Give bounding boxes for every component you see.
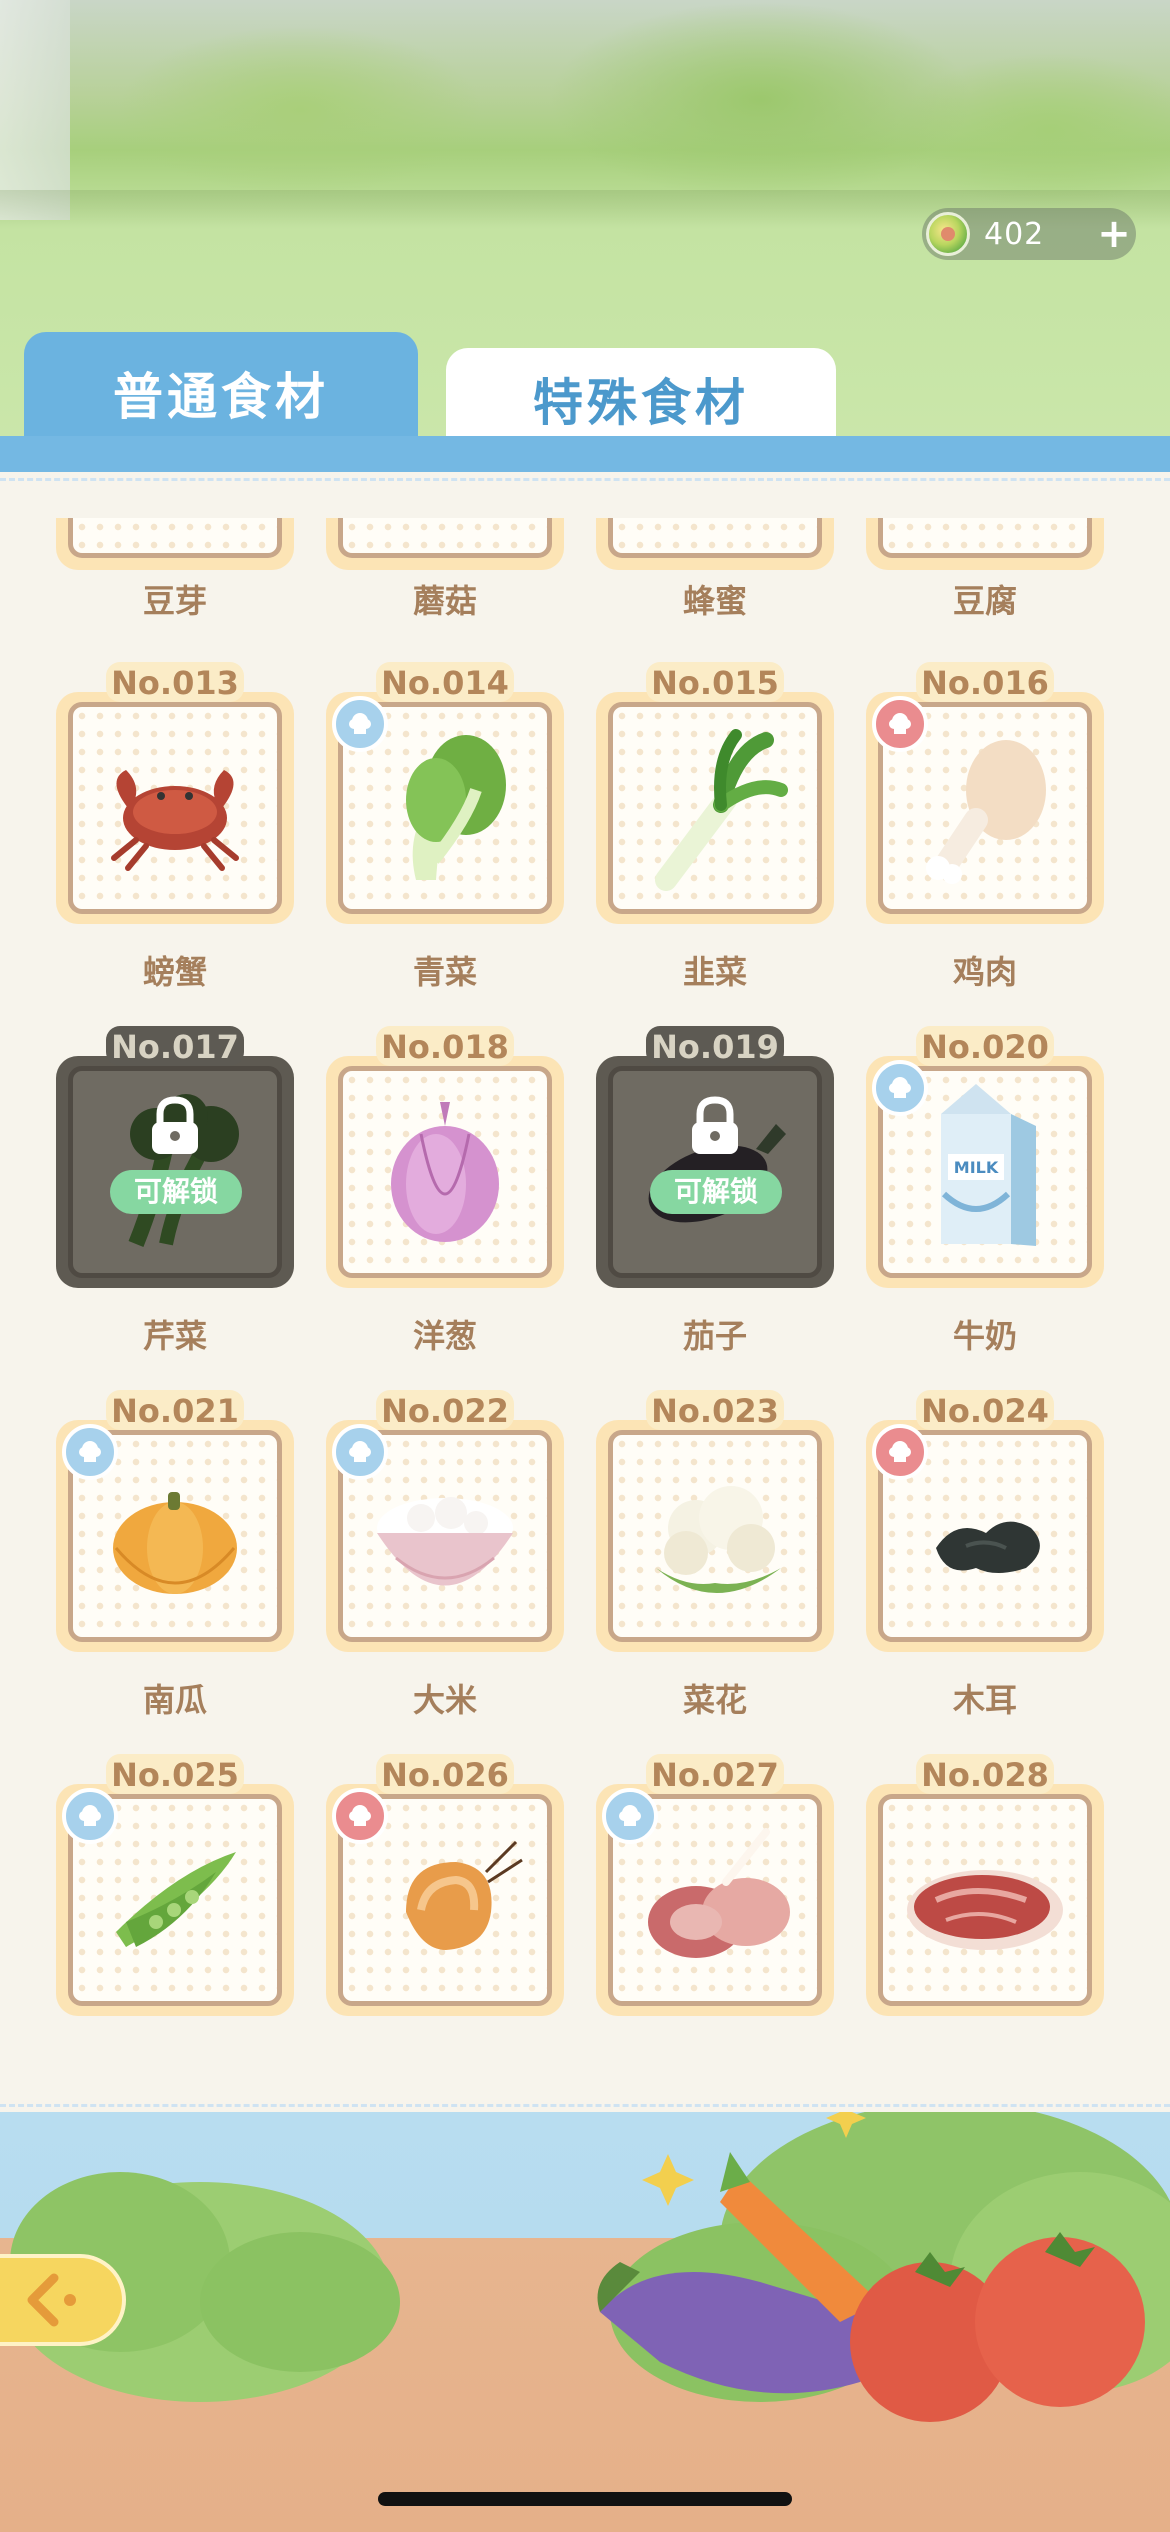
vegetable-scenery-illustration xyxy=(10,2112,1170,2422)
currency-counter[interactable]: 402 + xyxy=(922,208,1136,260)
ingredient-cell[interactable]: No.023 菜花 xyxy=(596,1390,834,1719)
ingredient-number: No.027 xyxy=(646,1754,784,1794)
back-arrow-icon xyxy=(27,2273,76,2327)
ingredient-name: 洋葱 xyxy=(412,1317,477,1355)
ingredient-name: 大米 xyxy=(412,1681,477,1719)
unlock-button[interactable]: 可解锁 xyxy=(110,1170,242,1214)
ingredient-name: 木耳 xyxy=(952,1681,1017,1719)
ingredient-name: 鸡肉 xyxy=(952,953,1017,991)
ingredient-number: No.013 xyxy=(106,662,244,702)
ingredient-name: 菜花 xyxy=(682,1681,747,1719)
ingredient-number: No.022 xyxy=(376,1390,514,1430)
milk-carton-label: MILK xyxy=(954,1158,999,1177)
ingredient-name: 牛奶 xyxy=(952,1317,1017,1355)
ingredient-number: No.028 xyxy=(916,1754,1054,1794)
ingredient-cell[interactable]: No.017 可解锁芹菜 xyxy=(56,1026,294,1355)
chef-hat-badge-icon xyxy=(332,696,388,752)
kitchen-scenery xyxy=(0,2112,1170,2532)
ingredient-cell[interactable]: No.019 可解锁茄子 xyxy=(596,1026,834,1355)
ingredient-name: 韭菜 xyxy=(682,953,747,991)
ingredient-cell[interactable]: 蘑菇 xyxy=(326,518,564,620)
divider xyxy=(0,478,1170,481)
background-pillar xyxy=(0,0,70,220)
unlock-button[interactable]: 可解锁 xyxy=(650,1170,782,1214)
ingredient-name: 芹菜 xyxy=(142,1317,207,1355)
ingredient-cell[interactable]: 豆腐 xyxy=(866,518,1104,620)
ingredient-number: No.017 xyxy=(106,1026,244,1066)
chef-hat-badge-icon xyxy=(332,1788,388,1844)
tab-special-ingredients[interactable]: 特殊食材 xyxy=(446,348,836,448)
ingredient-number: No.024 xyxy=(916,1390,1054,1430)
ingredient-cell[interactable]: MILK No.020 牛奶 xyxy=(866,1026,1104,1355)
ingredient-number: No.019 xyxy=(646,1026,784,1066)
coin-icon xyxy=(926,212,970,256)
back-button[interactable] xyxy=(0,2254,126,2346)
ingredient-cell[interactable]: No.014 青菜 xyxy=(326,662,564,991)
ingredient-grid-panel[interactable]: 豆芽 蘑菇 蜂蜜 豆腐 No.013 螃蟹 No.014 青菜 No.015 韭菜 No.0… xyxy=(0,472,1170,2112)
ingredient-number: No.014 xyxy=(376,662,514,702)
tab-bar xyxy=(0,436,1170,472)
ingredient-number: No.023 xyxy=(646,1390,784,1430)
ingredient-cell[interactable]: No.016 鸡肉 xyxy=(866,662,1104,991)
ingredient-name: 豆腐 xyxy=(952,582,1017,620)
ingredient-cell[interactable]: No.027 xyxy=(596,1754,834,2034)
add-currency-button[interactable]: + xyxy=(1094,212,1134,256)
ingredient-name: 蘑菇 xyxy=(412,582,477,620)
ingredient-number: No.015 xyxy=(646,662,784,702)
ingredient-number: No.020 xyxy=(916,1026,1054,1066)
chef-hat-badge-icon xyxy=(872,1424,928,1480)
chef-hat-badge-icon xyxy=(602,1788,658,1844)
ingredient-cell[interactable]: No.025 xyxy=(56,1754,294,2034)
ingredient-cell[interactable]: No.026 xyxy=(326,1754,564,2034)
chef-hat-badge-icon xyxy=(62,1788,118,1844)
ingredient-number: No.021 xyxy=(106,1390,244,1430)
lock-icon xyxy=(692,1096,738,1154)
divider xyxy=(0,2104,1170,2107)
chef-hat-badge-icon xyxy=(332,1424,388,1480)
ingredient-cell[interactable]: No.021 南瓜 xyxy=(56,1390,294,1719)
ingredient-cell[interactable]: No.022 大米 xyxy=(326,1390,564,1719)
ingredient-name: 蜂蜜 xyxy=(682,582,747,620)
tab-normal-ingredients[interactable]: 普通食材 xyxy=(24,332,418,450)
ingredient-cell[interactable]: 蜂蜜 xyxy=(596,518,834,620)
ingredient-name: 茄子 xyxy=(682,1317,747,1355)
home-indicator xyxy=(378,2492,792,2506)
lock-icon xyxy=(152,1096,198,1154)
ingredient-cell[interactable]: No.018 洋葱 xyxy=(326,1026,564,1355)
ingredient-number: No.018 xyxy=(376,1026,514,1066)
ingredient-name: 南瓜 xyxy=(142,1681,207,1719)
ingredient-name: 螃蟹 xyxy=(142,953,207,991)
ingredient-name: 青菜 xyxy=(412,953,477,991)
chef-hat-badge-icon xyxy=(62,1424,118,1480)
chef-hat-badge-icon xyxy=(872,696,928,752)
ingredient-cell[interactable]: No.024 木耳 xyxy=(866,1390,1104,1719)
ingredient-cell[interactable]: No.013 螃蟹 xyxy=(56,662,294,991)
ingredient-number: No.025 xyxy=(106,1754,244,1794)
chef-hat-badge-icon xyxy=(872,1060,928,1116)
ingredient-number: No.026 xyxy=(376,1754,514,1794)
currency-amount: 402 xyxy=(984,217,1045,252)
ingredient-number: No.016 xyxy=(916,662,1054,702)
ingredient-cell[interactable]: 豆芽 xyxy=(56,518,294,620)
ingredient-cell[interactable]: No.015 韭菜 xyxy=(596,662,834,991)
ingredient-cell[interactable]: No.028 xyxy=(866,1754,1104,2034)
ingredient-name: 豆芽 xyxy=(142,582,207,620)
